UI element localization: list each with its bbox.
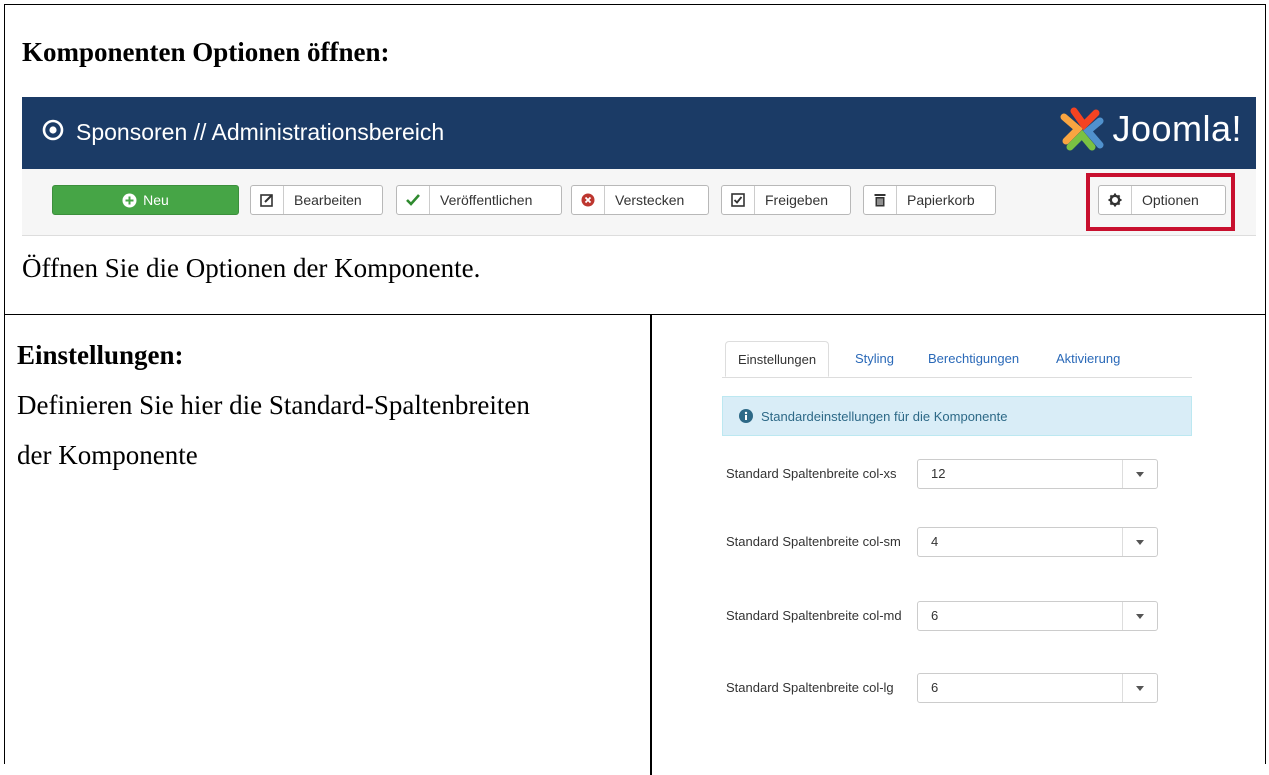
trash-icon [864,186,897,214]
edit-button[interactable]: Bearbeiten [250,185,383,215]
options-panel: Einstellungen Styling Berechtigungen Akt… [722,335,1192,703]
tab-einstellungen[interactable]: Einstellungen [725,341,830,377]
hide-button-label: Verstecken [615,192,685,208]
field-label-col-md: Standard Spaltenbreite col-md [726,608,902,623]
section-heading-open-options: Komponenten Optionen öffnen: [22,37,390,67]
component-title: Sponsoren // Administrationsbereich [76,119,445,145]
select-col-sm[interactable]: 4 [917,527,1158,557]
plus-circle-icon [122,193,137,207]
info-alert-text: Standardeinstellungen für die Komponente [761,408,1008,424]
options-highlight-box [1086,173,1235,231]
field-label-col-sm: Standard Spaltenbreite col-sm [726,534,901,549]
chevron-down-icon [1122,528,1157,556]
joomla-logo-icon [1060,107,1104,151]
settings-description-line-1: Definieren Sie hier die Standard-Spalten… [17,390,530,420]
tab-berechtigungen[interactable]: Berechtigungen [928,341,1019,377]
field-row-col-lg: Standard Spaltenbreite col-lg 6 [722,673,1192,723]
joomla-logo: Joomla! [1060,107,1242,151]
column-divider [650,315,652,775]
field-row-col-sm: Standard Spaltenbreite col-sm 4 [722,527,1192,577]
hide-button[interactable]: Verstecken [571,185,709,215]
select-col-md[interactable]: 6 [917,601,1158,631]
table-row-top: Komponenten Optionen öffnen: Sponsoren /… [5,5,1265,315]
publish-button[interactable]: Veröffentlichen [396,185,562,215]
chevron-down-icon [1122,602,1157,630]
tab-styling[interactable]: Styling [855,341,894,377]
select-value-col-md: 6 [931,608,939,623]
open-options-caption: Öffnen Sie die Optionen der Komponente. [22,253,481,283]
edit-icon [251,186,284,214]
settings-description-line-2: der Komponente [17,440,198,470]
info-alert: Standardeinstellungen für die Komponente [722,396,1192,436]
field-row-col-xs: Standard Spaltenbreite col-xs 12 [722,459,1192,509]
chevron-down-icon [1122,460,1157,488]
select-value-col-xs: 12 [931,466,946,481]
field-row-col-md: Standard Spaltenbreite col-md 6 [722,601,1192,651]
select-col-xs[interactable]: 12 [917,459,1158,489]
approve-button[interactable]: Freigeben [721,185,851,215]
select-col-lg[interactable]: 6 [917,673,1158,703]
chevron-down-icon [1122,674,1157,702]
trash-button-label: Papierkorb [907,192,975,208]
joomla-screenshot: Sponsoren // Administrationsbereich Joom… [22,97,1256,237]
select-value-col-sm: 4 [931,534,939,549]
publish-button-label: Veröffentlichen [440,192,533,208]
trash-button[interactable]: Papierkorb [863,185,996,215]
options-tabs: Einstellungen Styling Berechtigungen Akt… [722,335,1192,378]
new-button[interactable]: Neu [52,185,239,215]
checkmark-icon [397,186,430,214]
joomla-logo-text: Joomla! [1112,108,1242,149]
close-circle-icon [572,186,605,214]
checkbox-icon [722,186,755,214]
edit-button-label: Bearbeiten [294,192,362,208]
field-label-col-xs: Standard Spaltenbreite col-xs [726,466,897,481]
target-icon [42,119,64,141]
new-button-label: Neu [143,192,169,208]
info-icon [739,409,753,423]
select-value-col-lg: 6 [931,680,939,695]
approve-button-label: Freigeben [765,192,829,208]
joomla-toolbar: Neu Bearbeiten Veröffentlichen Verstecke… [22,169,1256,236]
field-label-col-lg: Standard Spaltenbreite col-lg [726,680,894,695]
section-heading-settings: Einstellungen: [17,340,184,370]
tab-aktivierung[interactable]: Aktivierung [1056,341,1120,377]
joomla-header-bar: Sponsoren // Administrationsbereich Joom… [22,97,1256,169]
